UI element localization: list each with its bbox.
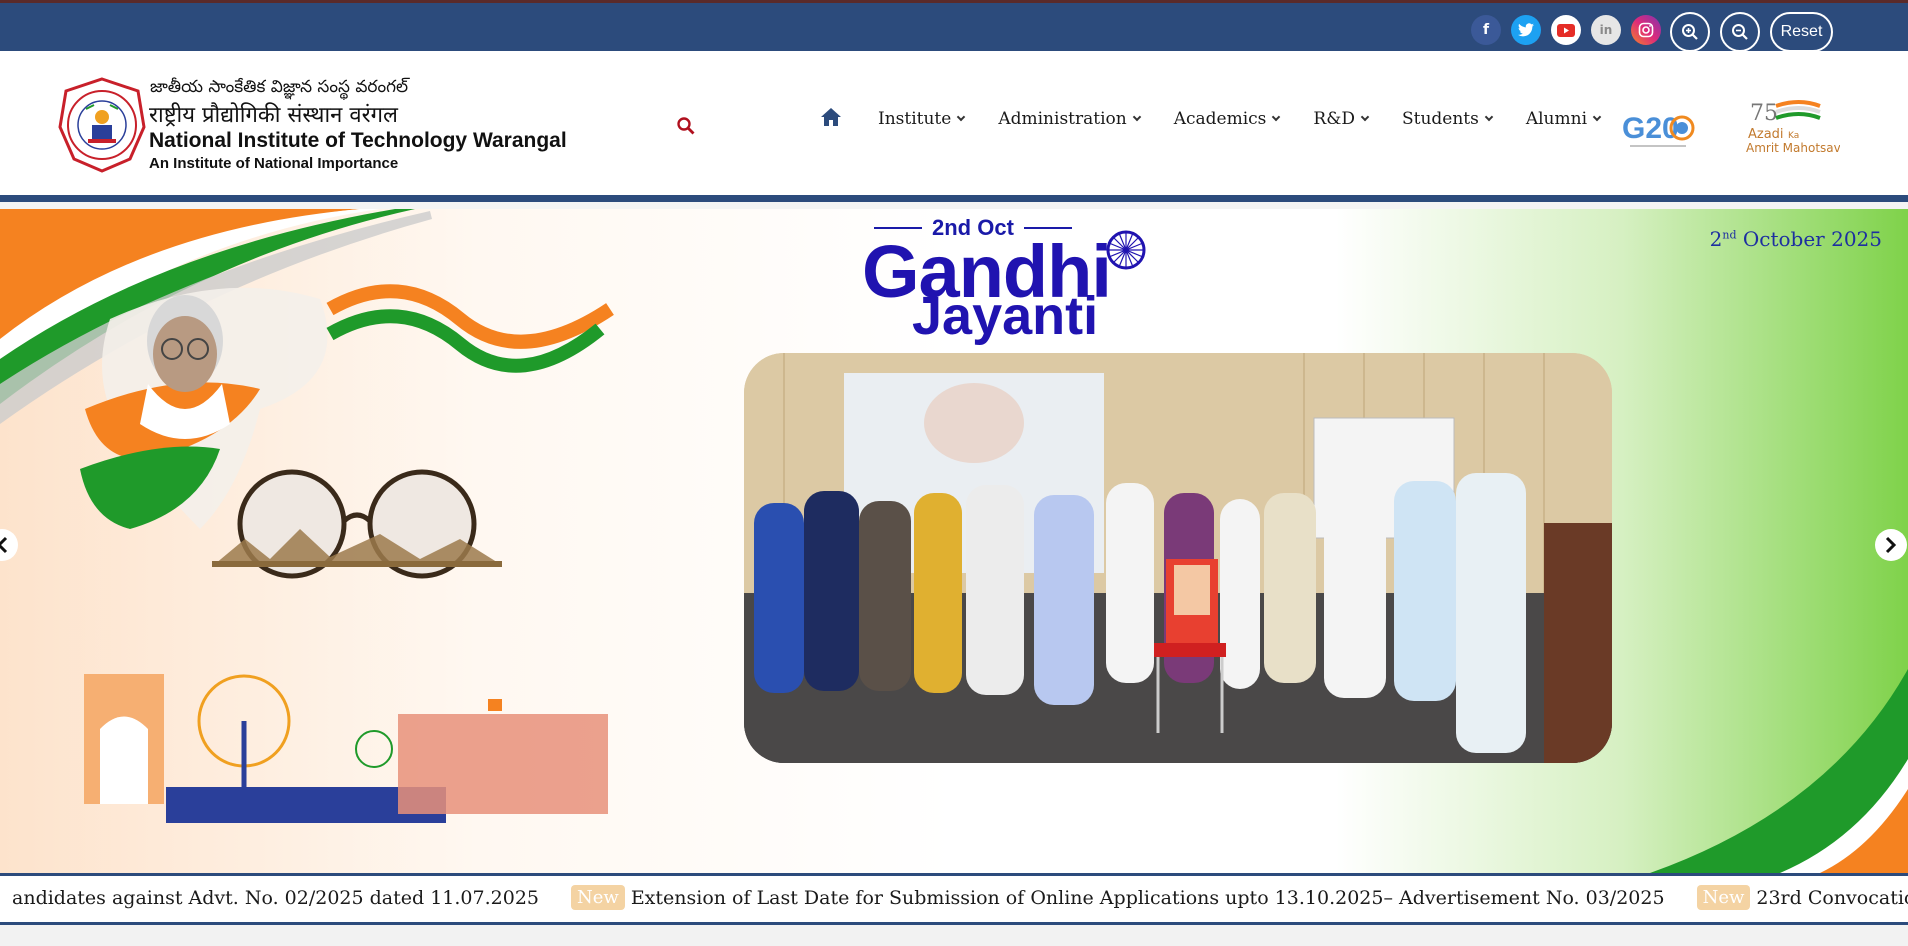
zoom-in-magnifier	[1682, 24, 1698, 40]
nav-rnd[interactable]: R&D	[1313, 109, 1370, 129]
institute-name-telugu: జాతీయ సాంకేతిక విజ్ఞాన సంస్థ వరంగల్	[150, 77, 409, 97]
nav-rnd-label: R&D	[1313, 109, 1355, 129]
chevron-left-icon	[0, 536, 8, 554]
site-header: జాతీయ సాంకేతిక విజ్ఞాన సంస్థ వరంగల్ राष्…	[0, 51, 1908, 202]
azadi-logo-graphic: 75 Azadi Ka Amrit Mahotsav	[1746, 100, 1841, 155]
banner-date-rest: October 2025	[1742, 227, 1882, 251]
nav-alumni-label: Alumni	[1525, 109, 1588, 129]
tricolour-swoosh-right	[1650, 669, 1908, 873]
chevron-down-icon	[1592, 112, 1602, 122]
slider-next-button[interactable]	[1875, 529, 1907, 561]
announcement-ticker: andidates against Advt. No. 02/2025 date…	[0, 873, 1908, 925]
nav-institute-label: Institute	[878, 109, 952, 129]
azadi-amrit-mahotsav: Amrit Mahotsav	[1746, 141, 1840, 155]
banner-date-suffix: nd	[1722, 228, 1737, 242]
search-magnifier	[677, 117, 695, 135]
search-icon[interactable]	[676, 116, 696, 140]
hero-slider: 2nd October 2025 2nd Oct Gandhi Jayanti	[0, 209, 1908, 873]
gandhi-jayanti-illustration	[0, 209, 614, 823]
g20-logo[interactable]: G20	[1620, 106, 1698, 158]
linkedin-icon[interactable]: in	[1591, 15, 1621, 45]
zoom-in-icon[interactable]	[1670, 12, 1710, 52]
home-house	[821, 108, 841, 126]
zoom-out-icon[interactable]	[1720, 12, 1760, 52]
ticker-item[interactable]: andidates against Advt. No. 02/2025 date…	[12, 887, 539, 909]
instagram-camera	[1638, 22, 1654, 38]
nav-students[interactable]: Students	[1401, 109, 1494, 129]
ticker-item[interactable]: 23rd Convocation: Friday, November 28	[1756, 887, 1908, 909]
bottom-strip	[0, 925, 1908, 946]
banner-date: 2nd October 2025	[1710, 227, 1882, 251]
chevron-right-icon	[1885, 536, 1897, 554]
youtube-icon[interactable]	[1551, 15, 1581, 45]
azadi-word: Azadi	[1748, 127, 1784, 142]
ashoka-chakra-icon	[1106, 230, 1146, 270]
chevron-down-icon	[1360, 112, 1370, 122]
ticker-item[interactable]: Extension of Last Date for Submission of…	[631, 887, 1665, 909]
chevron-down-icon	[957, 112, 966, 122]
facebook-icon[interactable]: f	[1471, 15, 1501, 45]
reset-button[interactable]: Reset	[1770, 12, 1833, 52]
nav-administration[interactable]: Administration	[998, 109, 1141, 129]
chevron-down-icon	[1272, 112, 1281, 122]
zoom-out-magnifier	[1732, 24, 1748, 40]
facebook-glyph: f	[1482, 22, 1490, 38]
twitter-icon[interactable]	[1511, 15, 1541, 45]
nav-institute[interactable]: Institute	[878, 109, 966, 129]
nav-academics-label: Academics	[1173, 109, 1267, 129]
nav-alumni[interactable]: Alumni	[1525, 109, 1602, 129]
twitter-bird	[1518, 23, 1534, 37]
g20-logo-graphic: G20	[1622, 112, 1695, 147]
chevron-down-icon	[1132, 112, 1141, 122]
ticker-track: andidates against Advt. No. 02/2025 date…	[12, 885, 1908, 910]
chevron-down-icon	[1484, 112, 1494, 122]
new-badge: New	[571, 885, 625, 910]
linkedin-glyph: in	[1599, 23, 1613, 37]
banner-date-day: 2	[1709, 227, 1723, 251]
institute-tagline: An Institute of National Importance	[149, 155, 399, 172]
main-nav: Institute Administration Academics R&D S…	[878, 109, 1634, 129]
nav-students-label: Students	[1401, 109, 1479, 129]
youtube-play	[1557, 23, 1575, 37]
institute-name-hindi: राष्ट्रीय प्रौद्योगिकी संस्थान वरंगल	[149, 103, 398, 128]
new-badge: New	[1696, 885, 1751, 910]
nav-administration-label: Administration	[998, 109, 1127, 129]
nitw-logo[interactable]	[58, 77, 146, 173]
instagram-icon[interactable]	[1631, 15, 1661, 45]
event-title-line2: Jayanti	[912, 286, 1099, 346]
azadi-75: 75	[1750, 101, 1778, 126]
nav-academics[interactable]: Academics	[1173, 109, 1281, 129]
azadi-ka: Ka	[1788, 131, 1799, 141]
institute-name-english: National Institute of Technology Waranga…	[149, 129, 567, 152]
azadi-ka-amrit-mahotsav-logo[interactable]: 75 Azadi Ka Amrit Mahotsav	[1744, 96, 1841, 164]
home-icon[interactable]	[820, 107, 842, 131]
nitw-emblem	[58, 77, 146, 173]
top-bar: f in Reset	[0, 0, 1908, 52]
